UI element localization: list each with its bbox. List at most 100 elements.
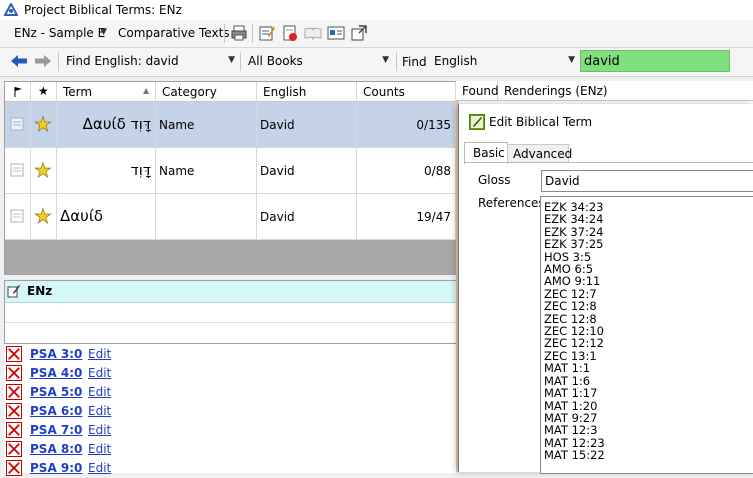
- verse-reference-link[interactable]: PSA 8:0: [30, 442, 82, 456]
- delete-form-icon[interactable]: [281, 24, 299, 42]
- document-icon: [10, 209, 24, 223]
- paratext-logo-icon: [4, 3, 18, 16]
- column-header-term-label: Term: [63, 85, 93, 99]
- project-selector[interactable]: ENz - Sample E ▼: [10, 22, 110, 44]
- edit-pencil-icon[interactable]: [7, 284, 21, 298]
- column-header-english-label: English: [263, 85, 307, 99]
- verse-item: PSA 8:0 Edit: [4, 440, 456, 459]
- books-filter-dropdown[interactable]: All Books ▼: [244, 50, 392, 72]
- print-icon[interactable]: [230, 24, 248, 42]
- star-cell[interactable]: ★: [31, 102, 57, 147]
- books-filter-label: All Books: [248, 54, 303, 68]
- verse-edit-link[interactable]: Edit: [88, 347, 111, 361]
- verse-item: PSA 6:0 Edit: [4, 402, 456, 421]
- verse-item: PSA 9:0 Edit: [4, 459, 456, 478]
- find-filter-dropdown[interactable]: Find English: david ▼: [62, 50, 238, 72]
- counts-text: 0/135: [416, 118, 451, 132]
- edit-form-icon[interactable]: [258, 24, 276, 42]
- row-icon-cell: [5, 194, 31, 239]
- star-cell[interactable]: ★: [31, 148, 57, 193]
- reference-item[interactable]: AMO 9:11: [541, 275, 753, 288]
- search-input[interactable]: david: [580, 50, 730, 72]
- verse-edit-link[interactable]: Edit: [88, 442, 111, 456]
- error-x-icon[interactable]: [6, 460, 22, 476]
- category-text: Name: [159, 118, 195, 132]
- reference-item[interactable]: EZK 37:25: [541, 238, 753, 251]
- term-row[interactable]: ★ Δαυίδ דָּוִד Name David 0/135: [5, 102, 456, 148]
- column-header-category[interactable]: Category: [156, 82, 257, 102]
- reference-item[interactable]: MAT 1:1: [541, 362, 753, 375]
- verse-item: PSA 7:0 Edit: [4, 421, 456, 440]
- column-header-counts[interactable]: Counts: [357, 82, 456, 102]
- star-icon: ★: [34, 158, 53, 183]
- reference-item[interactable]: MAT 15:22: [541, 449, 753, 462]
- verse-reference-link[interactable]: PSA 5:0: [30, 385, 82, 399]
- search-input-value: david: [584, 54, 620, 69]
- reference-item[interactable]: ZEC 12:8: [541, 300, 753, 313]
- expand-window-icon[interactable]: [350, 24, 368, 42]
- error-x-icon[interactable]: [6, 403, 22, 419]
- forward-arrow-icon[interactable]: [34, 54, 52, 68]
- error-x-icon[interactable]: [6, 422, 22, 438]
- term-row[interactable]: ★ Δαυίδ David 19/47: [5, 194, 456, 240]
- sort-ascending-icon: ▲: [143, 86, 150, 95]
- reference-item[interactable]: MAT 1:17: [541, 387, 753, 400]
- error-x-icon[interactable]: [6, 365, 22, 381]
- error-x-icon[interactable]: [6, 384, 22, 400]
- title-bar: Project Biblical Terms: ENz: [0, 0, 753, 20]
- renderings-panel-header: ENz: [5, 281, 457, 303]
- english-text: David: [260, 164, 295, 178]
- renderings-panel-title: ENz: [27, 284, 53, 298]
- verse-reference-link[interactable]: PSA 3:0: [30, 347, 82, 361]
- verse-reference-link[interactable]: PSA 9:0: [30, 461, 82, 475]
- english-cell: David: [257, 102, 357, 147]
- counts-text: 19/47: [416, 210, 451, 224]
- find-filter-label: Find English: david: [66, 54, 179, 68]
- term-row[interactable]: ★ דָּוִד Name David 0/88: [5, 148, 456, 194]
- reference-item[interactable]: MAT 12:3: [541, 424, 753, 437]
- verse-reference-link[interactable]: PSA 7:0: [30, 423, 82, 437]
- column-header-star[interactable]: ★: [31, 82, 57, 102]
- column-header-english[interactable]: English: [257, 82, 357, 102]
- column-header-renderings[interactable]: Renderings (ENz): [498, 81, 753, 101]
- counts-cell: 0/88: [357, 148, 456, 193]
- column-header-category-label: Category: [162, 85, 217, 99]
- renderings-panel: ENz: [4, 280, 458, 346]
- verse-list: PSA 3:0 Edit PSA 4:0 Edit PSA 5:0 Edit P…: [4, 343, 456, 476]
- term-cell: דָּוִד: [57, 148, 156, 193]
- verse-reference-link[interactable]: PSA 6:0: [30, 404, 82, 418]
- verse-edit-link[interactable]: Edit: [88, 404, 111, 418]
- verse-edit-link[interactable]: Edit: [88, 366, 111, 380]
- star-cell[interactable]: ★: [31, 194, 57, 239]
- references-list[interactable]: EZK 34:23 EZK 34:24 EZK 37:24 EZK 37:25 …: [540, 196, 753, 474]
- reference-item[interactable]: ZEC 12:12: [541, 337, 753, 350]
- back-arrow-icon[interactable]: [10, 54, 28, 68]
- edit-term-icon: [469, 114, 485, 130]
- gloss-input[interactable]: David: [541, 170, 753, 192]
- column-header-term[interactable]: Term ▲: [57, 82, 156, 102]
- category-text: Name: [159, 164, 195, 178]
- tab-advanced[interactable]: Advanced: [507, 144, 572, 163]
- text-field-icon[interactable]: [327, 24, 345, 42]
- toolbar-divider: [58, 52, 59, 71]
- dialog-title: Edit Biblical Term: [489, 115, 593, 129]
- terms-grid: ★ Term ▲ Category English Counts ★ Δαυίδ…: [4, 81, 457, 275]
- error-x-icon[interactable]: [6, 441, 22, 457]
- verse-edit-link[interactable]: Edit: [88, 423, 111, 437]
- tab-basic[interactable]: Basic: [464, 142, 508, 164]
- tab-basic-label: Basic: [473, 146, 505, 160]
- language-dropdown[interactable]: English ▼: [430, 50, 578, 72]
- column-header-flag[interactable]: [5, 82, 31, 102]
- verse-item: PSA 3:0 Edit: [4, 345, 456, 364]
- verse-reference-link[interactable]: PSA 4:0: [30, 366, 82, 380]
- verse-edit-link[interactable]: Edit: [88, 461, 111, 475]
- counts-cell: 0/135: [357, 102, 456, 147]
- verse-edit-link[interactable]: Edit: [88, 385, 111, 399]
- comparative-texts-button[interactable]: Comparative Texts: [118, 26, 230, 40]
- grid-header-extension: Found Renderings (ENz): [456, 81, 753, 104]
- term-text: דָּוִד: [130, 161, 151, 179]
- column-header-found[interactable]: Found: [456, 81, 499, 101]
- book-icon[interactable]: [304, 24, 322, 42]
- reference-item[interactable]: EZK 34:24: [541, 213, 753, 226]
- error-x-icon[interactable]: [6, 346, 22, 362]
